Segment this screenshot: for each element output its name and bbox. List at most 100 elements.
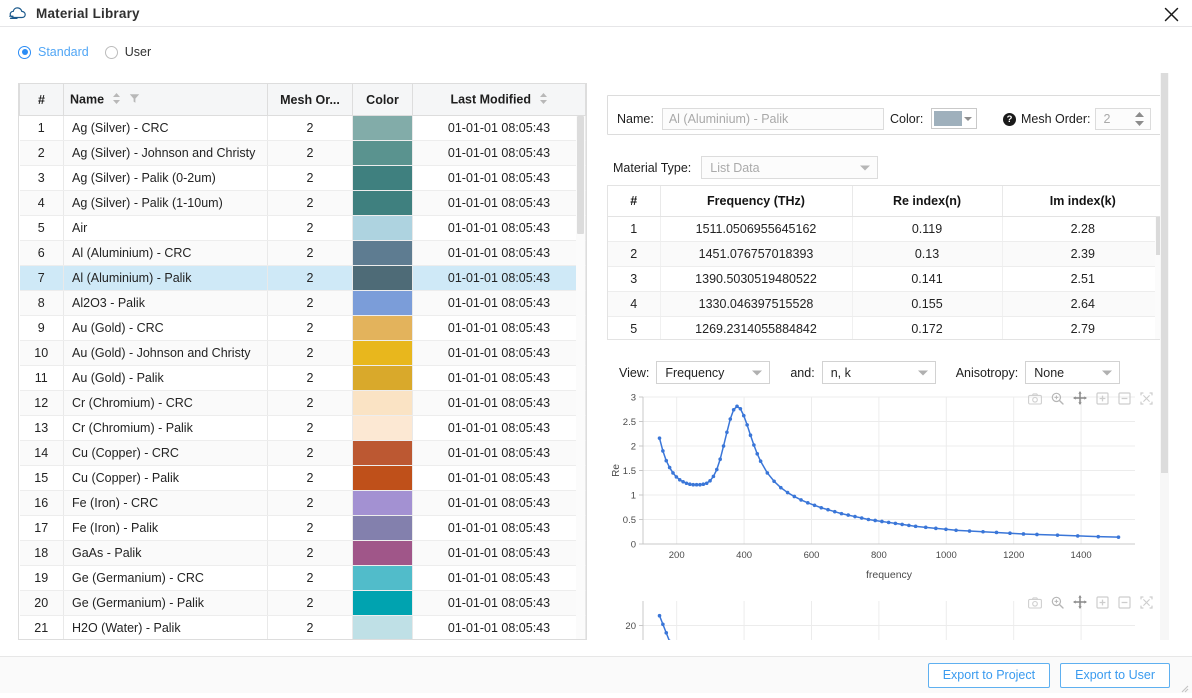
table-row[interactable]: 11Au (Gold) - Palik201-01-01 08:05:43 bbox=[20, 366, 586, 391]
material-list[interactable]: # Name bbox=[18, 83, 587, 640]
zoom-out-icon[interactable] bbox=[1118, 392, 1131, 410]
zoom-out-icon[interactable] bbox=[1118, 596, 1131, 614]
cell-color[interactable] bbox=[353, 566, 413, 591]
camera-icon[interactable] bbox=[1028, 392, 1042, 410]
material-list-scroll-thumb[interactable] bbox=[577, 116, 584, 234]
column-header-last-modified-label: Last Modified bbox=[450, 92, 531, 106]
cell-color[interactable] bbox=[353, 191, 413, 216]
table-row[interactable]: 18GaAs - Palik201-01-01 08:05:43 bbox=[20, 541, 586, 566]
stepper-arrows-icon[interactable] bbox=[1134, 111, 1145, 127]
table-row[interactable]: 3Ag (Silver) - Palik (0-2um)201-01-01 08… bbox=[20, 166, 586, 191]
view-dropdown[interactable]: Frequency bbox=[656, 361, 770, 384]
table-row[interactable]: 12Cr (Chromium) - CRC201-01-01 08:05:43 bbox=[20, 391, 586, 416]
column-header-mesh-order[interactable]: Mesh Or... bbox=[268, 84, 353, 116]
table-row[interactable]: 19Ge (Germanium) - CRC201-01-01 08:05:43 bbox=[20, 566, 586, 591]
cell-color[interactable] bbox=[353, 341, 413, 366]
table-row[interactable]: 10Au (Gold) - Johnson and Christy201-01-… bbox=[20, 341, 586, 366]
cell-color[interactable] bbox=[353, 366, 413, 391]
data-column-re-index: Re index(n) bbox=[852, 186, 1002, 216]
cell-color[interactable] bbox=[353, 466, 413, 491]
cell-color[interactable] bbox=[353, 241, 413, 266]
material-type-dropdown[interactable]: List Data bbox=[701, 156, 878, 179]
cell-color[interactable] bbox=[353, 616, 413, 641]
data-table-row[interactable]: 21451.0767570183930.132.39 bbox=[608, 241, 1164, 266]
filter-funnel-icon[interactable] bbox=[129, 93, 140, 107]
help-circle-icon[interactable]: ? bbox=[1003, 113, 1016, 126]
properties-panel-scrollbar[interactable] bbox=[1160, 73, 1169, 640]
radio-user[interactable]: User bbox=[105, 45, 151, 59]
table-row[interactable]: 6Al (Aluminium) - CRC201-01-01 08:05:43 bbox=[20, 241, 586, 266]
table-row[interactable]: 17Fe (Iron) - Palik201-01-01 08:05:43 bbox=[20, 516, 586, 541]
column-header-color[interactable]: Color bbox=[353, 84, 413, 116]
column-header-name[interactable]: Name bbox=[64, 84, 268, 116]
chart-im-index[interactable]: 1520k bbox=[607, 593, 1165, 640]
anisotropy-dropdown[interactable]: None bbox=[1025, 361, 1120, 384]
table-row[interactable]: 21H2O (Water) - Palik201-01-01 08:05:43 bbox=[20, 616, 586, 641]
table-row[interactable]: 4Ag (Silver) - Palik (1-10um)201-01-01 0… bbox=[20, 191, 586, 216]
autoscale-icon[interactable] bbox=[1140, 392, 1153, 410]
chart-toolbar-re[interactable] bbox=[1028, 391, 1153, 410]
table-row[interactable]: 15Cu (Copper) - Palik201-01-01 08:05:43 bbox=[20, 466, 586, 491]
column-header-index[interactable]: # bbox=[20, 84, 64, 116]
cell-color[interactable] bbox=[353, 291, 413, 316]
mesh-order-stepper[interactable]: 2 bbox=[1095, 108, 1151, 130]
table-row[interactable]: 1Ag (Silver) - CRC201-01-01 08:05:43 bbox=[20, 116, 586, 141]
table-row[interactable]: 9Au (Gold) - CRC201-01-01 08:05:43 bbox=[20, 316, 586, 341]
cell-color[interactable] bbox=[353, 116, 413, 141]
column-header-last-modified[interactable]: Last Modified bbox=[413, 84, 586, 116]
cell-color[interactable] bbox=[353, 591, 413, 616]
material-list-scrollbar[interactable] bbox=[576, 116, 585, 639]
zoom-icon[interactable] bbox=[1051, 596, 1064, 614]
cell-color[interactable] bbox=[353, 216, 413, 241]
cell-color[interactable] bbox=[353, 441, 413, 466]
zoom-in-icon[interactable] bbox=[1096, 392, 1109, 410]
cell-last-modified: 01-01-01 08:05:43 bbox=[413, 391, 586, 416]
zoom-icon[interactable] bbox=[1051, 392, 1064, 410]
table-row[interactable]: 2Ag (Silver) - Johnson and Christy201-01… bbox=[20, 141, 586, 166]
radio-standard[interactable]: Standard bbox=[18, 45, 89, 59]
cell-color[interactable] bbox=[353, 416, 413, 441]
material-data-table[interactable]: # Frequency (THz) Re index(n) Im index(k… bbox=[607, 185, 1165, 340]
cell-color[interactable] bbox=[353, 166, 413, 191]
properties-panel-scroll-thumb[interactable] bbox=[1161, 73, 1168, 473]
data-table-row[interactable]: 31390.50305194805220.1412.51 bbox=[608, 266, 1164, 291]
table-row[interactable]: 5Air201-01-01 08:05:43 bbox=[20, 216, 586, 241]
cell-color[interactable] bbox=[353, 141, 413, 166]
name-input[interactable]: Al (Aluminium) - Palik bbox=[662, 108, 884, 130]
cell-color[interactable] bbox=[353, 516, 413, 541]
cell-color[interactable] bbox=[353, 316, 413, 341]
data-table-row[interactable]: 11511.05069556451620.1192.28 bbox=[608, 216, 1164, 241]
camera-icon[interactable] bbox=[1028, 596, 1042, 614]
data-table-row[interactable]: 41330.0463975155280.1552.64 bbox=[608, 291, 1164, 316]
resize-grip-icon[interactable] bbox=[1179, 680, 1189, 690]
pan-icon[interactable] bbox=[1073, 391, 1087, 410]
and-dropdown[interactable]: n, k bbox=[822, 361, 936, 384]
table-row[interactable]: 14Cu (Copper) - CRC201-01-01 08:05:43 bbox=[20, 441, 586, 466]
cell-index: 9 bbox=[20, 316, 64, 341]
table-row[interactable]: 13Cr (Chromium) - Palik201-01-01 08:05:4… bbox=[20, 416, 586, 441]
chart-re-index[interactable]: 00.511.522.53200400600800100012001400Ref… bbox=[607, 389, 1165, 589]
pan-icon[interactable] bbox=[1073, 595, 1087, 614]
cell-mesh-order: 2 bbox=[268, 166, 353, 191]
autoscale-icon[interactable] bbox=[1140, 596, 1153, 614]
cell-color[interactable] bbox=[353, 266, 413, 291]
export-to-project-button[interactable]: Export to Project bbox=[928, 663, 1050, 688]
zoom-in-icon[interactable] bbox=[1096, 596, 1109, 614]
table-row[interactable]: 20Ge (Germanium) - Palik201-01-01 08:05:… bbox=[20, 591, 586, 616]
data-table-row[interactable]: 51269.23140558848420.1722.79 bbox=[608, 316, 1164, 340]
cell-mesh-order: 2 bbox=[268, 116, 353, 141]
table-row[interactable]: 16Fe (Iron) - CRC201-01-01 08:05:43 bbox=[20, 491, 586, 516]
close-icon[interactable] bbox=[1160, 3, 1182, 25]
table-row[interactable]: 7Al (Aluminium) - Palik201-01-01 08:05:4… bbox=[20, 266, 586, 291]
export-to-user-button[interactable]: Export to User bbox=[1060, 663, 1170, 688]
column-header-name-label: Name bbox=[70, 92, 104, 106]
chart-toolbar-im[interactable] bbox=[1028, 595, 1153, 614]
cell-color[interactable] bbox=[353, 391, 413, 416]
cell-color[interactable] bbox=[353, 541, 413, 566]
sort-arrows-icon[interactable] bbox=[539, 92, 548, 108]
table-row[interactable]: 8Al2O3 - Palik201-01-01 08:05:43 bbox=[20, 291, 586, 316]
cell-color[interactable] bbox=[353, 491, 413, 516]
sort-arrows-icon[interactable] bbox=[112, 92, 121, 108]
color-dropdown[interactable] bbox=[931, 108, 977, 129]
cell-name: Cu (Copper) - Palik bbox=[64, 466, 268, 491]
